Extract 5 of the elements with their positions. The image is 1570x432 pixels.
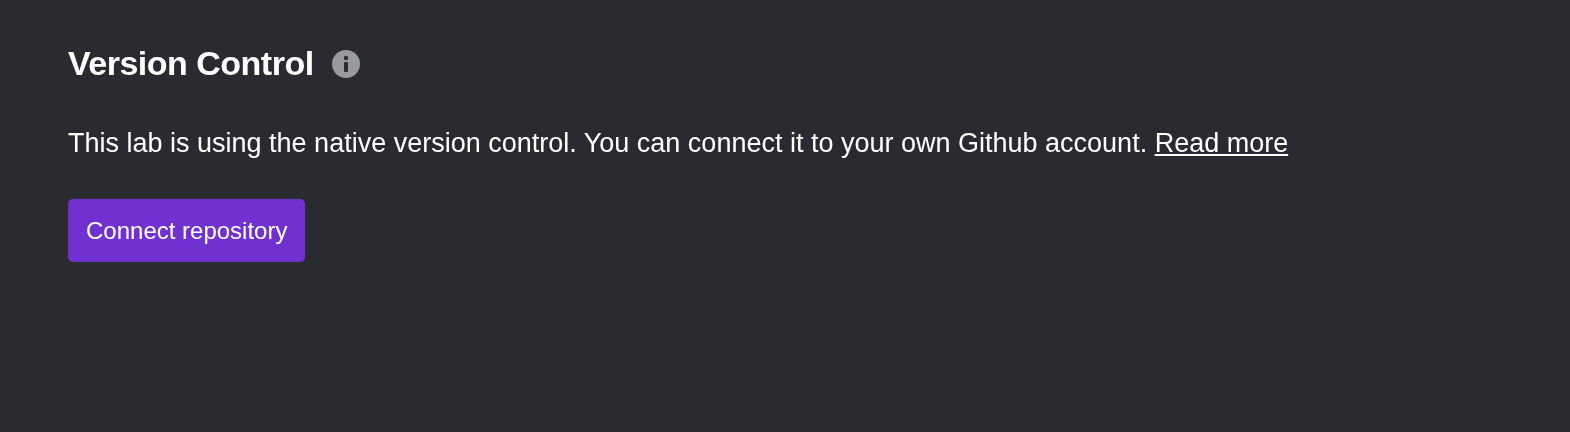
- section-title: Version Control: [68, 44, 314, 83]
- info-icon[interactable]: [331, 49, 360, 78]
- read-more-link[interactable]: Read more: [1154, 128, 1289, 158]
- description-text: This lab is using the native version control. You can connect it to your own Github account. Read more: [68, 127, 1290, 160]
- connect-repository-button[interactable]: Connect repository: [68, 199, 306, 262]
